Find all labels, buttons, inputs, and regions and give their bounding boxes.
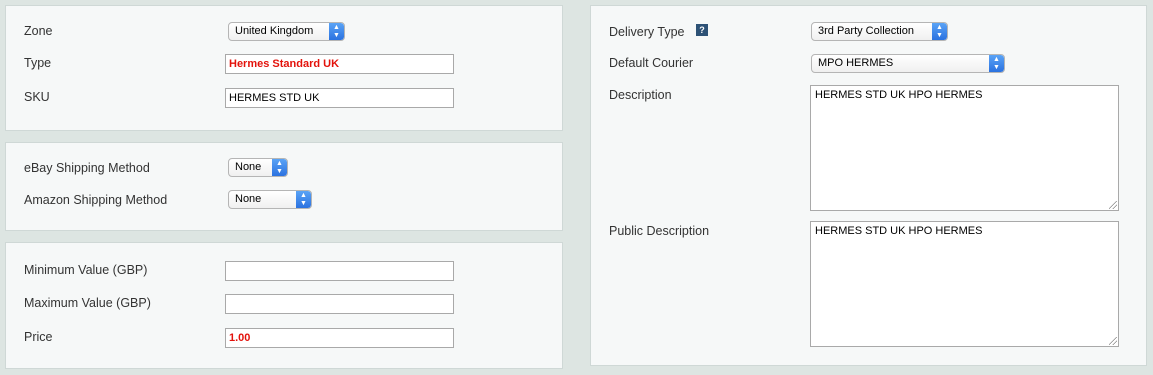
public-description-textarea[interactable]: HERMES STD UK HPO HERMES (810, 221, 1119, 347)
type-field[interactable]: Hermes Standard UK (225, 54, 454, 74)
zone-label: Zone (24, 24, 53, 38)
marketplace-panel: eBay Shipping Method None ▲ ▼ Amazon Ship… (5, 142, 563, 231)
description-textarea[interactable]: HERMES STD UK HPO HERMES (810, 85, 1119, 211)
max-value-label: Maximum Value (GBP) (24, 296, 151, 310)
max-value-field[interactable] (225, 294, 454, 314)
delivery-type-select[interactable]: 3rd Party Collection ▲ ▼ (811, 22, 948, 41)
delivery-panel: Delivery Type ? 3rd Party Collection ▲ ▼ … (590, 5, 1147, 366)
chevron-updown-icon: ▲ ▼ (296, 191, 311, 208)
type-label: Type (24, 56, 52, 70)
help-icon[interactable]: ? (696, 24, 708, 36)
zone-select-value: United Kingdom (235, 25, 314, 37)
min-value-field[interactable] (225, 261, 454, 281)
description-label: Description (609, 88, 672, 102)
default-courier-select[interactable]: MPO HERMES ▲ ▼ (811, 54, 1005, 73)
delivery-type-value: 3rd Party Collection (818, 25, 914, 37)
zone-select[interactable]: United Kingdom ▲ ▼ (228, 22, 345, 41)
min-value-label: Minimum Value (GBP) (24, 263, 148, 277)
public-description-label: Public Description (609, 224, 710, 238)
amazon-shipping-label: Amazon Shipping Method (24, 193, 168, 207)
chevron-updown-icon: ▲ ▼ (272, 159, 287, 176)
default-courier-label: Default Courier (609, 56, 694, 70)
ebay-shipping-label: eBay Shipping Method (24, 161, 150, 175)
resize-handle-icon[interactable] (1109, 337, 1117, 345)
chevron-updown-icon: ▲ ▼ (932, 23, 947, 40)
amazon-shipping-select[interactable]: None ▲ ▼ (228, 190, 312, 209)
chevron-updown-icon: ▲ ▼ (329, 23, 344, 40)
sku-field[interactable]: HERMES STD UK (225, 88, 454, 108)
ebay-shipping-value: None (235, 161, 262, 173)
price-field[interactable]: 1.00 (225, 328, 454, 348)
amazon-shipping-value: None (235, 193, 262, 205)
description-text: HERMES STD UK HPO HERMES (815, 89, 983, 101)
general-panel: Zone United Kingdom ▲ ▼ Type Hermes Stand… (5, 5, 563, 131)
sku-label: SKU (24, 90, 50, 104)
resize-handle-icon[interactable] (1109, 201, 1117, 209)
public-description-text: HERMES STD UK HPO HERMES (815, 225, 983, 237)
pricing-panel: Minimum Value (GBP) Maximum Value (GBP) … (5, 242, 563, 369)
ebay-shipping-select[interactable]: None ▲ ▼ (228, 158, 288, 177)
default-courier-value: MPO HERMES (818, 57, 894, 69)
chevron-updown-icon: ▲ ▼ (989, 55, 1004, 72)
price-label: Price (24, 330, 53, 344)
delivery-type-label: Delivery Type (609, 25, 685, 39)
